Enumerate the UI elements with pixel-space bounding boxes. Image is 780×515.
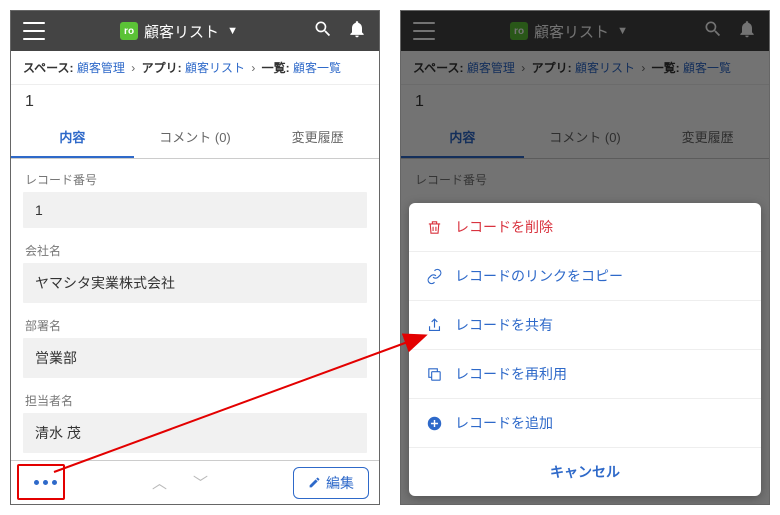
tabs: 内容 コメント (0) 変更履歴: [11, 117, 379, 159]
edit-button-label: 編集: [326, 473, 354, 493]
tab-history[interactable]: 変更履歴: [256, 117, 379, 158]
search-icon[interactable]: [313, 19, 333, 44]
field-value-recno: 1: [23, 192, 367, 228]
action-share-label: レコードを共有: [455, 315, 553, 335]
app-title: 顧客リスト: [144, 21, 219, 42]
action-cancel[interactable]: キャンセル: [409, 448, 761, 496]
tab-comments[interactable]: コメント (0): [134, 117, 257, 158]
action-copy-link-label: レコードのリンクをコピー: [455, 266, 623, 286]
plus-circle-icon: [425, 414, 443, 432]
edit-button[interactable]: 編集: [293, 467, 369, 499]
field-value-dept: 営業部: [23, 338, 367, 378]
next-record-icon[interactable]: ﹀: [193, 472, 208, 493]
link-icon: [425, 267, 443, 285]
action-add-label: レコードを追加: [455, 413, 553, 433]
tab-content[interactable]: 内容: [11, 117, 134, 158]
bell-icon[interactable]: [347, 19, 367, 44]
bottom-bar: ︿ ﹀ 編集: [11, 460, 379, 504]
record-number-heading: 1: [11, 85, 379, 117]
action-copy-link[interactable]: レコードのリンクをコピー: [409, 252, 761, 301]
app-icon: ro: [120, 22, 138, 40]
bc-app[interactable]: 顧客リスト: [185, 61, 245, 75]
field-label-recno: レコード番号: [23, 165, 367, 192]
annotation-highlight: [17, 464, 65, 500]
action-add[interactable]: レコードを追加: [409, 399, 761, 448]
hamburger-icon[interactable]: [23, 22, 45, 40]
record-content: レコード番号 1 会社名 ヤマシタ実業株式会社 部署名 営業部 担当者名 清水 …: [11, 159, 379, 458]
copy-icon: [425, 365, 443, 383]
action-share[interactable]: レコードを共有: [409, 301, 761, 350]
action-reuse-label: レコードを再利用: [455, 364, 567, 384]
share-icon: [425, 316, 443, 334]
action-reuse[interactable]: レコードを再利用: [409, 350, 761, 399]
action-delete[interactable]: レコードを削除: [409, 203, 761, 252]
action-delete-label: レコードを削除: [455, 217, 553, 237]
field-label-company: 会社名: [23, 236, 367, 263]
field-value-company: ヤマシタ実業株式会社: [23, 263, 367, 303]
phone-right: ro 顧客リスト ▼ スペース: 顧客管理 › アプリ: 顧客リスト › 一覧:…: [400, 10, 770, 505]
header-title[interactable]: ro 顧客リスト ▼: [45, 21, 313, 42]
bc-view-label: 一覧:: [262, 61, 290, 75]
field-value-person: 清水 茂: [23, 413, 367, 453]
field-label-person: 担当者名: [23, 386, 367, 413]
bc-view[interactable]: 顧客一覧: [293, 61, 341, 75]
caret-down-icon: ▼: [227, 25, 238, 37]
app-header: ro 顧客リスト ▼: [11, 11, 379, 51]
trash-icon: [425, 218, 443, 236]
action-sheet: レコードを削除 レコードのリンクをコピー レコードを共有 レコードを再利用 レコ…: [409, 203, 761, 496]
bc-space-label: スペース:: [23, 61, 74, 75]
bc-app-label: アプリ:: [142, 61, 182, 75]
field-label-dept: 部署名: [23, 311, 367, 338]
breadcrumb: スペース: 顧客管理 › アプリ: 顧客リスト › 一覧: 顧客一覧: [11, 51, 379, 85]
phone-left: ro 顧客リスト ▼ スペース: 顧客管理 › アプリ: 顧客リスト › 一覧:…: [10, 10, 380, 505]
prev-record-icon[interactable]: ︿: [152, 472, 167, 493]
bc-space[interactable]: 顧客管理: [77, 61, 125, 75]
